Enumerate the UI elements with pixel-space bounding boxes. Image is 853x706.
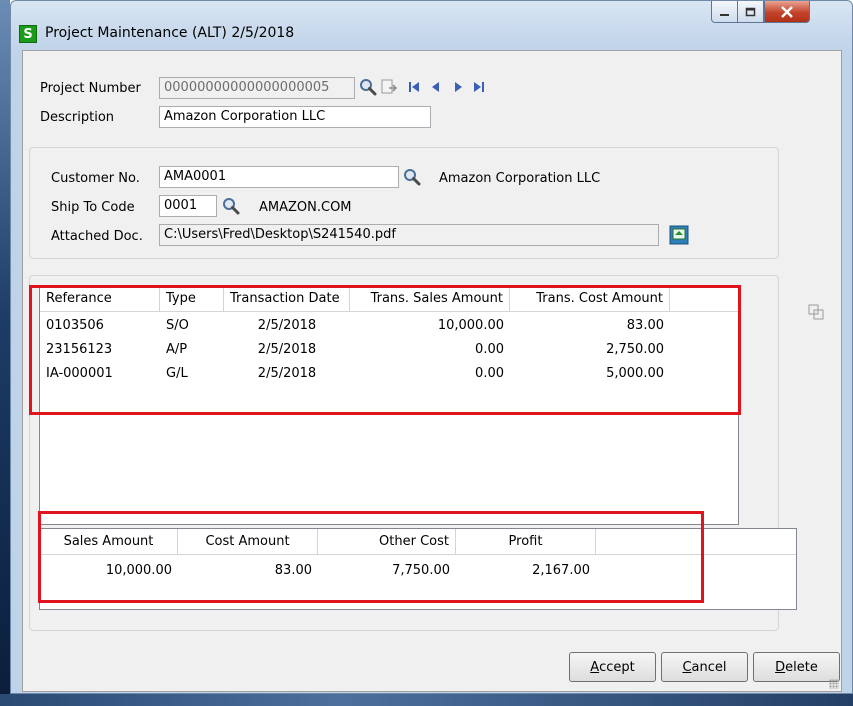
maximize-icon: [745, 7, 755, 16]
cell-sales: 0.00: [475, 366, 504, 381]
cell-type: G/L: [166, 366, 188, 381]
accept-button[interactable]: Accept: [569, 652, 656, 682]
maximize-button[interactable]: [737, 1, 764, 23]
project-number-label: Project Number: [40, 81, 141, 96]
totals-header-cost-amount: Cost Amount: [178, 529, 318, 555]
customer-name: Amazon Corporation LLC: [439, 171, 601, 186]
transactions-grid-header: Referance Type Transaction Date Trans. S…: [40, 286, 738, 312]
accept-mnemonic: A: [590, 659, 600, 675]
taskbar-strip: [0, 694, 853, 706]
cell-type: A/P: [166, 342, 188, 357]
desktop-background: [0, 0, 10, 706]
ship-to-code-field[interactable]: 0001: [159, 195, 217, 217]
cell-cost: 2,750.00: [606, 342, 664, 357]
cell-type: S/O: [166, 318, 189, 333]
delete-mnemonic: D: [775, 659, 786, 675]
attached-doc-field[interactable]: C:\Users\Fred\Desktop\S241540.pdf: [159, 224, 659, 246]
close-icon: [781, 5, 793, 18]
project-maintenance-window: S Project Maintenance (ALT) 2/5/2018 Pro…: [10, 0, 853, 694]
cell-date: 2/5/2018: [257, 366, 317, 381]
minimize-icon: [719, 13, 729, 16]
cell-sales: 10,000.00: [437, 318, 504, 333]
col-header-trans-sales-amount[interactable]: Trans. Sales Amount: [350, 286, 510, 312]
transactions-grid[interactable]: Referance Type Transaction Date Trans. S…: [39, 285, 739, 525]
cell-cost: 5,000.00: [606, 366, 664, 381]
accept-label: ccept: [599, 659, 635, 675]
delete-label: elete: [785, 659, 818, 675]
col-header-reference[interactable]: Referance: [40, 286, 160, 312]
col-header-type[interactable]: Type: [160, 286, 224, 312]
lookup-search-icon[interactable]: [359, 78, 377, 96]
customer-no-field[interactable]: AMA0001: [159, 166, 399, 188]
copy-record-icon[interactable]: [380, 78, 398, 96]
cell-reference: 0103506: [46, 318, 104, 333]
title-bar[interactable]: S Project Maintenance (ALT) 2/5/2018: [11, 1, 852, 43]
description-label: Description: [40, 110, 115, 125]
open-document-icon[interactable]: [669, 225, 689, 245]
next-record-icon[interactable]: [449, 78, 467, 96]
last-record-icon[interactable]: [470, 78, 488, 96]
close-button[interactable]: [764, 1, 810, 23]
col-header-trans-cost-amount[interactable]: Trans. Cost Amount: [510, 286, 670, 312]
totals-header-profit: Profit: [456, 529, 596, 555]
total-profit: 2,167.00: [532, 563, 590, 578]
attached-doc-label: Attached Doc.: [51, 229, 143, 244]
ship-to-name: AMAZON.COM: [259, 200, 352, 215]
project-number-field[interactable]: 00000000000000000005: [159, 77, 355, 99]
cell-reference: 23156123: [46, 342, 113, 357]
totals-grid: Sales Amount Cost Amount Other Cost Prof…: [39, 528, 797, 610]
window-title: Project Maintenance (ALT) 2/5/2018: [45, 25, 295, 41]
totals-header-sales-amount: Sales Amount: [40, 529, 178, 555]
customer-lookup-icon[interactable]: [403, 168, 421, 186]
cell-reference: IA-000001: [46, 366, 113, 381]
cancel-mnemonic: C: [682, 659, 692, 675]
cell-date: 2/5/2018: [257, 318, 317, 333]
minimize-button[interactable]: [711, 1, 738, 23]
ship-to-lookup-icon[interactable]: [222, 197, 240, 215]
totals-grid-header: Sales Amount Cost Amount Other Cost Prof…: [40, 529, 796, 555]
total-sales-amount: 10,000.00: [105, 563, 172, 578]
description-field[interactable]: Amazon Corporation LLC: [159, 106, 431, 128]
cancel-button[interactable]: Cancel: [661, 652, 748, 682]
total-other-cost: 7,750.00: [392, 563, 450, 578]
client-area: Project Number 00000000000000000005 Desc…: [22, 50, 842, 692]
cell-date: 2/5/2018: [257, 342, 317, 357]
resize-grip[interactable]: [829, 679, 839, 689]
cell-sales: 0.00: [475, 342, 504, 357]
col-header-transaction-date[interactable]: Transaction Date: [224, 286, 350, 312]
cell-cost: 83.00: [626, 318, 664, 333]
grid-settings-icon[interactable]: [807, 303, 825, 321]
sage-app-icon: S: [19, 25, 37, 43]
totals-header-other-cost: Other Cost: [318, 529, 456, 555]
total-cost-amount: 83.00: [274, 563, 312, 578]
ship-to-code-label: Ship To Code: [51, 200, 135, 215]
first-record-icon[interactable]: [405, 78, 423, 96]
previous-record-icon[interactable]: [427, 78, 445, 96]
customer-no-label: Customer No.: [51, 171, 140, 186]
delete-button[interactable]: Delete: [753, 652, 840, 682]
cancel-label: ancel: [691, 659, 727, 675]
